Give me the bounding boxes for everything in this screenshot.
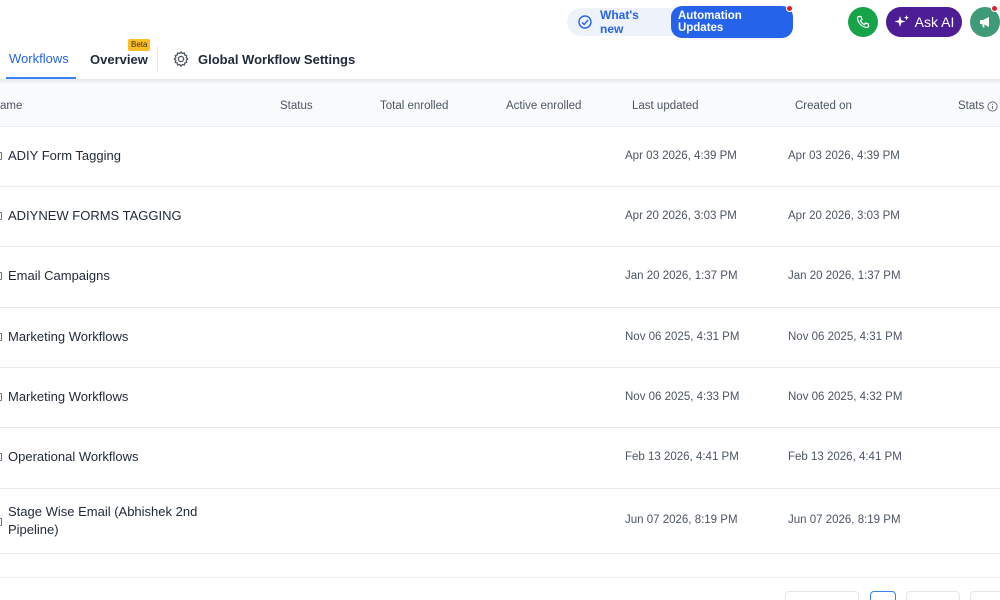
pagination-previous-button[interactable]	[785, 591, 859, 600]
column-stats[interactable]: Stats	[958, 100, 998, 112]
table-row[interactable]: Marketing Workflows Nov 06 2025, 4:31 PM…	[0, 308, 1000, 368]
megaphone-icon	[978, 15, 992, 29]
phone-button[interactable]	[848, 7, 878, 37]
workflow-name[interactable]: Marketing Workflows	[8, 328, 128, 346]
whats-new-label: What's new	[600, 8, 639, 36]
table-row[interactable]: ADIY Form Tagging Apr 03 2026, 4:39 PM A…	[0, 127, 1000, 187]
folder-icon	[0, 333, 2, 341]
table-row[interactable]: ADIYNEW FORMS TAGGING Apr 20 2026, 3:03 …	[0, 187, 1000, 247]
table-row[interactable]: Operational Workflows Feb 13 2026, 4:41 …	[0, 428, 1000, 489]
column-stats-label: Stats	[958, 100, 985, 112]
ask-ai-label: Ask AI	[914, 14, 955, 30]
folder-icon	[0, 453, 2, 461]
last-updated-cell: Jun 07 2026, 8:19 PM	[625, 514, 738, 526]
tab-divider	[157, 46, 158, 72]
column-last-updated[interactable]: Last updated	[632, 100, 699, 112]
update-bell-icon	[577, 14, 593, 30]
table-footer-divider	[0, 577, 1000, 578]
folder-icon	[0, 518, 2, 526]
created-on-cell: Apr 20 2026, 3:03 PM	[788, 210, 900, 222]
workflow-name[interactable]: ADIY Form Tagging	[8, 147, 121, 165]
tab-global-workflow-settings[interactable]: Global Workflow Settings	[172, 44, 355, 80]
table-header: ame Status Total enrolled Active enrolle…	[0, 86, 1000, 127]
column-status[interactable]: Status	[280, 100, 313, 112]
folder-icon	[0, 272, 2, 280]
pagination-next-button[interactable]	[906, 591, 960, 600]
phone-icon	[856, 15, 870, 29]
last-updated-cell: Feb 13 2026, 4:41 PM	[625, 451, 739, 463]
column-created-on[interactable]: Created on	[795, 100, 852, 112]
workflow-name[interactable]: Marketing Workflows	[8, 388, 128, 406]
header-shadow	[0, 79, 1000, 86]
created-on-cell: Apr 03 2026, 4:39 PM	[788, 150, 900, 162]
created-on-cell: Jan 20 2026, 1:37 PM	[788, 270, 901, 282]
workflows-app: What's new Automation Updates Ask AI Wor…	[0, 0, 1000, 600]
last-updated-cell: Nov 06 2025, 4:33 PM	[625, 391, 740, 403]
workflow-name[interactable]: Email Campaigns	[8, 267, 110, 285]
created-on-cell: Nov 06 2025, 4:31 PM	[788, 331, 903, 343]
last-updated-cell: Jan 20 2026, 1:37 PM	[625, 270, 738, 282]
last-updated-cell: Apr 03 2026, 4:39 PM	[625, 150, 737, 162]
pagination-page-1[interactable]	[870, 591, 896, 600]
created-on-cell: Jun 07 2026, 8:19 PM	[788, 514, 901, 526]
page-size-select[interactable]	[970, 591, 1000, 600]
folder-icon	[0, 212, 2, 220]
announcements-dot	[991, 5, 998, 12]
tab-global-label: Global Workflow Settings	[198, 52, 356, 67]
workflow-name[interactable]: Stage Wise Email (Abhishek 2nd Pipeline)	[8, 503, 223, 539]
workflow-name[interactable]: ADIYNEW FORMS TAGGING	[8, 207, 182, 225]
table-row[interactable]: Email Campaigns Jan 20 2026, 1:37 PM Jan…	[0, 247, 1000, 308]
ask-ai-button[interactable]: Ask AI	[886, 7, 962, 37]
column-total-enrolled[interactable]: Total enrolled	[380, 100, 448, 112]
top-bar: What's new Automation Updates Ask AI	[0, 0, 1000, 44]
gear-icon	[172, 50, 190, 68]
tab-bar: Workflows Overview Beta Global Workflow …	[0, 39, 1000, 80]
created-on-cell: Nov 06 2025, 4:32 PM	[788, 391, 903, 403]
info-icon[interactable]	[987, 100, 998, 112]
tab-workflows-label: Workflows	[9, 51, 69, 66]
automation-updates-pill[interactable]: Automation Updates	[670, 6, 793, 38]
column-name[interactable]: ame	[0, 100, 22, 112]
last-updated-cell: Nov 06 2025, 4:31 PM	[625, 331, 740, 343]
whats-new-button[interactable]: What's new Automation Updates	[567, 6, 793, 38]
tab-overview-label: Overview	[90, 52, 148, 67]
folder-icon	[0, 393, 2, 401]
notification-dot	[786, 5, 793, 12]
sparkle-icon	[894, 14, 910, 30]
table-row[interactable]: Stage Wise Email (Abhishek 2nd Pipeline)…	[0, 489, 1000, 554]
folder-icon	[0, 152, 2, 160]
beta-badge: Beta	[128, 39, 151, 51]
created-on-cell: Feb 13 2026, 4:41 PM	[788, 451, 902, 463]
table-row[interactable]: Marketing Workflows Nov 06 2025, 4:33 PM…	[0, 368, 1000, 428]
column-active-enrolled[interactable]: Active enrolled	[506, 100, 581, 112]
last-updated-cell: Apr 20 2026, 3:03 PM	[625, 210, 737, 222]
tab-workflows[interactable]: Workflows	[6, 44, 76, 80]
workflow-name[interactable]: Operational Workflows	[8, 448, 139, 466]
